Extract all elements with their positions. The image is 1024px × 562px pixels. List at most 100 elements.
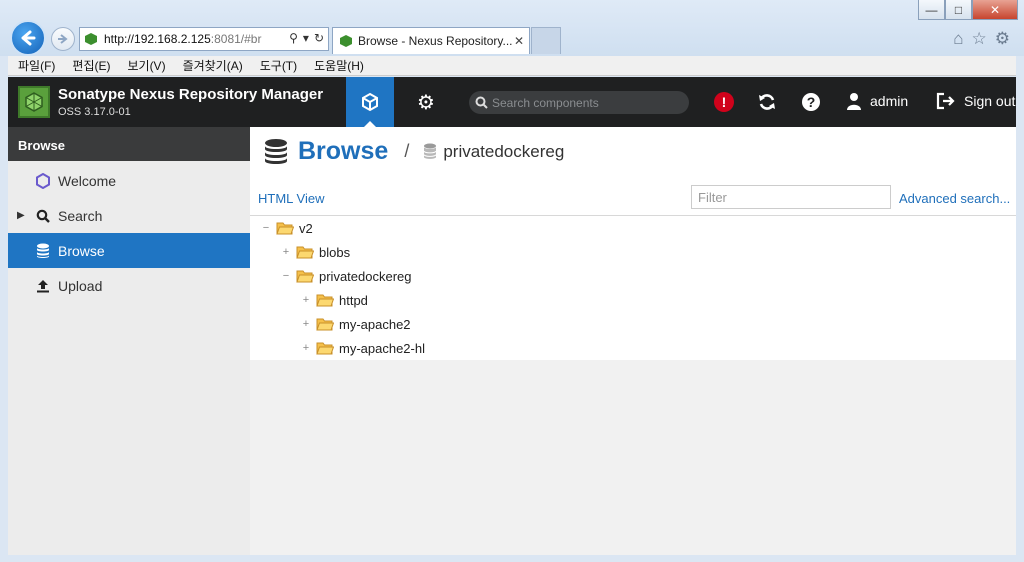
close-window-button[interactable]: ✕ — [972, 0, 1018, 20]
user-icon — [847, 93, 861, 110]
nexus-logo-icon — [18, 86, 50, 118]
cube-icon — [362, 92, 378, 112]
user-name: admin — [870, 93, 909, 109]
sidebar-item-browse[interactable]: Browse — [8, 233, 250, 268]
sidebar-item-label: Search — [58, 207, 103, 224]
collapse-toggle-icon[interactable]: − — [260, 219, 272, 237]
app-title: Sonatype Nexus Repository Manager — [58, 86, 324, 103]
database-icon — [265, 138, 287, 164]
menu-help[interactable]: 도움말(H) — [314, 57, 364, 74]
favorites-star-icon[interactable]: ☆ — [972, 29, 987, 49]
minimize-button[interactable]: — — [918, 0, 945, 20]
tree-node[interactable]: + blobs — [280, 243, 350, 261]
hexagon-icon — [34, 172, 52, 189]
tree-node[interactable]: + httpd — [300, 291, 368, 309]
browser-tab[interactable]: Browse - Nexus Repository... ✕ — [332, 27, 530, 54]
sidebar-header: Browse — [8, 127, 250, 161]
sign-out-label: Sign out — [964, 93, 1016, 109]
tree-node-label: httpd — [339, 292, 368, 308]
menu-favorites[interactable]: 즐겨찾기(A) — [183, 57, 243, 74]
tree-node-label: my-apache2 — [339, 316, 411, 332]
folder-icon — [276, 221, 294, 235]
folder-icon — [296, 245, 314, 259]
sidebar-item-search[interactable]: ▶ Search — [8, 198, 250, 233]
tree-node-label: my-apache2-hl — [339, 340, 425, 356]
forward-button[interactable] — [51, 27, 75, 51]
help-icon[interactable]: ? — [801, 92, 821, 112]
dropdown-icon[interactable]: ▾ — [303, 31, 309, 45]
tree-node[interactable]: − v2 — [260, 219, 313, 237]
content-area: Browse / privatedockereg HTML View Advan… — [250, 127, 1016, 555]
app-version: OSS 3.17.0-01 — [58, 106, 131, 118]
browser-chrome: — □ ✕ http://192.168.2.125:8081/#br ⚲ ▾ … — [0, 0, 1024, 56]
back-button[interactable] — [10, 20, 46, 56]
tree-node[interactable]: + my-apache2 — [300, 315, 411, 333]
repository-name: privatedockereg — [443, 141, 565, 161]
menu-view[interactable]: 보기(V) — [127, 57, 165, 74]
alert-icon[interactable]: ! — [714, 92, 734, 112]
menu-tools[interactable]: 도구(T) — [260, 57, 297, 74]
user-menu[interactable]: admin — [846, 92, 908, 110]
divider — [250, 215, 1016, 216]
sidebar: Browse Welcome ▶ Search Browse Upload — [8, 127, 250, 555]
search-components-box[interactable] — [469, 91, 689, 114]
url-host: http://192.168.2.125 — [104, 32, 211, 46]
expand-toggle-icon[interactable]: + — [300, 339, 312, 357]
expand-toggle-icon[interactable]: + — [300, 291, 312, 309]
top-bar: Sonatype Nexus Repository Manager OSS 3.… — [8, 77, 1016, 127]
window-controls: — □ ✕ — [918, 0, 1018, 20]
refresh-icon[interactable]: ↻ — [314, 31, 324, 45]
sidebar-item-welcome[interactable]: Welcome — [8, 163, 250, 198]
menu-bar: 파일(F) 편집(E) 보기(V) 즐겨찾기(A) 도구(T) 도움말(H) — [8, 56, 1016, 76]
refresh-icon[interactable] — [757, 92, 777, 112]
close-tab-icon[interactable]: ✕ — [514, 34, 524, 48]
collapse-toggle-icon[interactable]: − — [280, 267, 292, 285]
address-bar-tools: ⚲ ▾ ↻ — [289, 31, 324, 45]
database-icon — [34, 243, 52, 259]
new-tab-button[interactable] — [531, 27, 561, 54]
gear-icon: ⚙ — [417, 91, 435, 114]
expand-toggle-icon[interactable]: + — [300, 315, 312, 333]
maximize-button[interactable]: □ — [945, 0, 972, 20]
site-favicon-icon — [340, 35, 352, 47]
page-title[interactable]: Browse — [298, 137, 388, 166]
breadcrumb-separator: / — [404, 141, 410, 161]
search-icon[interactable]: ⚲ — [289, 31, 298, 45]
sidebar-item-label: Upload — [58, 277, 103, 294]
svg-text:?: ? — [807, 94, 816, 110]
address-bar[interactable]: http://192.168.2.125:8081/#br ⚲ ▾ ↻ — [79, 27, 329, 51]
breadcrumb: Browse / privatedockereg — [264, 137, 564, 166]
expand-caret-icon[interactable]: ▶ — [17, 210, 25, 221]
folder-icon — [316, 293, 334, 307]
nav-admin-button[interactable]: ⚙ — [406, 77, 446, 127]
sidebar-item-label: Browse — [58, 242, 105, 259]
folder-icon — [316, 341, 334, 355]
browser-tools: ⌂ ☆ ⚙ — [953, 29, 1010, 49]
tree-node[interactable]: − privatedockereg — [280, 267, 412, 285]
expand-toggle-icon[interactable]: + — [280, 243, 292, 261]
menu-edit[interactable]: 편집(E) — [72, 57, 110, 74]
nexus-app: Sonatype Nexus Repository Manager OSS 3.… — [8, 77, 1016, 555]
home-icon[interactable]: ⌂ — [953, 29, 963, 49]
nav-browse-button[interactable] — [346, 77, 394, 127]
folder-icon — [316, 317, 334, 331]
site-favicon-icon — [85, 33, 97, 45]
filter-input[interactable] — [691, 185, 891, 209]
settings-gear-icon[interactable]: ⚙ — [995, 29, 1010, 49]
search-icon — [475, 96, 488, 109]
search-components-input[interactable] — [492, 95, 682, 110]
html-view-link[interactable]: HTML View — [258, 191, 324, 206]
sign-out-button[interactable]: Sign out — [936, 92, 1015, 110]
back-arrow-icon — [21, 30, 36, 46]
sidebar-item-upload[interactable]: Upload — [8, 268, 250, 303]
forward-arrow-icon — [58, 34, 68, 44]
tree-node[interactable]: + my-apache2-hl — [300, 339, 425, 357]
menu-file[interactable]: 파일(F) — [18, 57, 55, 74]
advanced-search-link[interactable]: Advanced search... — [899, 191, 1010, 206]
sidebar-item-label: Welcome — [58, 172, 117, 189]
sign-out-icon — [936, 92, 955, 110]
url-rest: :8081/#br — [210, 32, 262, 46]
repository-database-icon — [423, 143, 437, 159]
tab-title: Browse - Nexus Repository... — [358, 34, 513, 48]
browse-panel: Browse / privatedockereg HTML View Advan… — [250, 127, 1016, 360]
